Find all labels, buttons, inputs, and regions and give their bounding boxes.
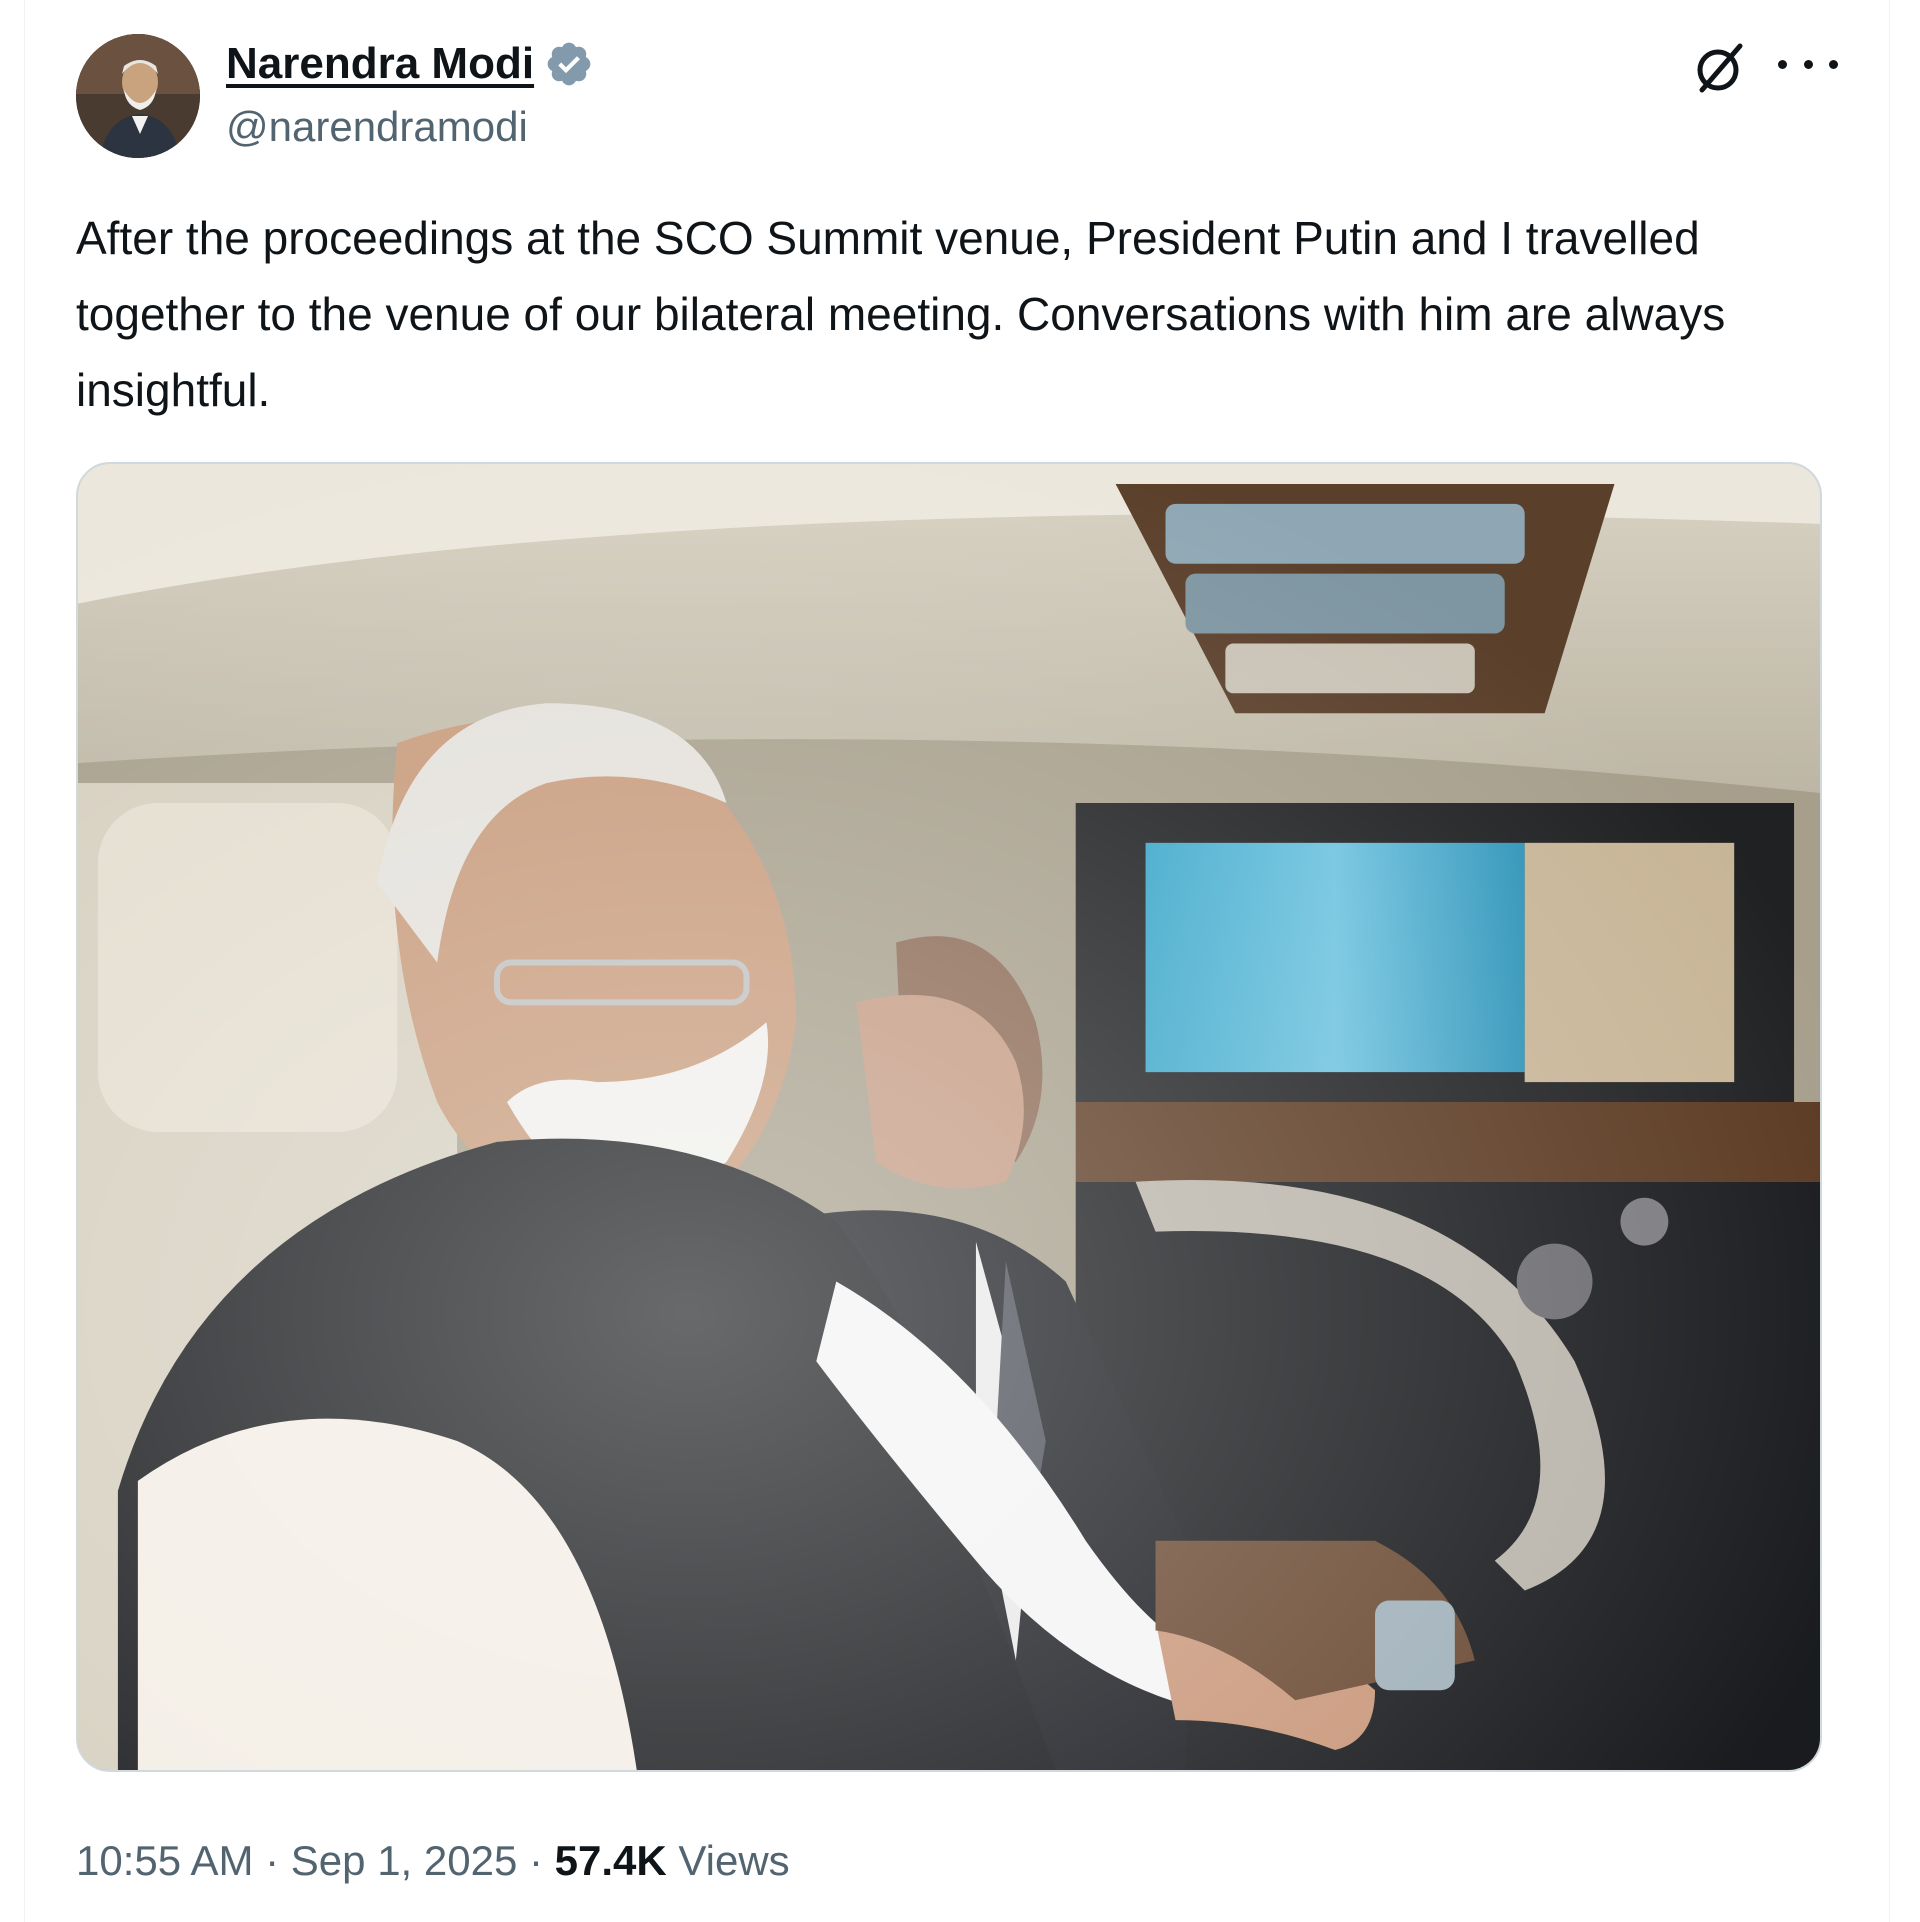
verified-badge-icon	[547, 42, 591, 86]
meta-separator: ·	[253, 1837, 291, 1884]
views-label: Views	[666, 1837, 790, 1884]
meta-separator: ·	[517, 1837, 555, 1884]
author-name-row: Narendra Modi	[226, 36, 594, 92]
author-avatar[interactable]	[76, 34, 200, 158]
grok-icon[interactable]	[1692, 40, 1748, 96]
views-count: 57.4K	[554, 1837, 667, 1884]
tweet-date[interactable]: Sep 1, 2025	[291, 1837, 518, 1885]
car-interior-photo	[78, 464, 1820, 1770]
author-name[interactable]: Narendra Modi	[226, 39, 534, 89]
tweet-time[interactable]: 10:55 AM	[76, 1837, 253, 1885]
author-handle[interactable]: @narendramodi	[226, 103, 528, 151]
tweet-photo[interactable]	[76, 462, 1822, 1772]
dot	[1803, 59, 1813, 69]
avatar-photo	[76, 34, 200, 158]
dot	[1829, 59, 1838, 69]
tweet-text: After the proceedings at the SCO Summit …	[76, 212, 1726, 416]
more-options-icon[interactable]	[1778, 44, 1838, 84]
tweet-meta: 10:55 AM · Sep 1, 2025 · 57.4K Views	[76, 1836, 790, 1886]
dot	[1778, 59, 1787, 69]
